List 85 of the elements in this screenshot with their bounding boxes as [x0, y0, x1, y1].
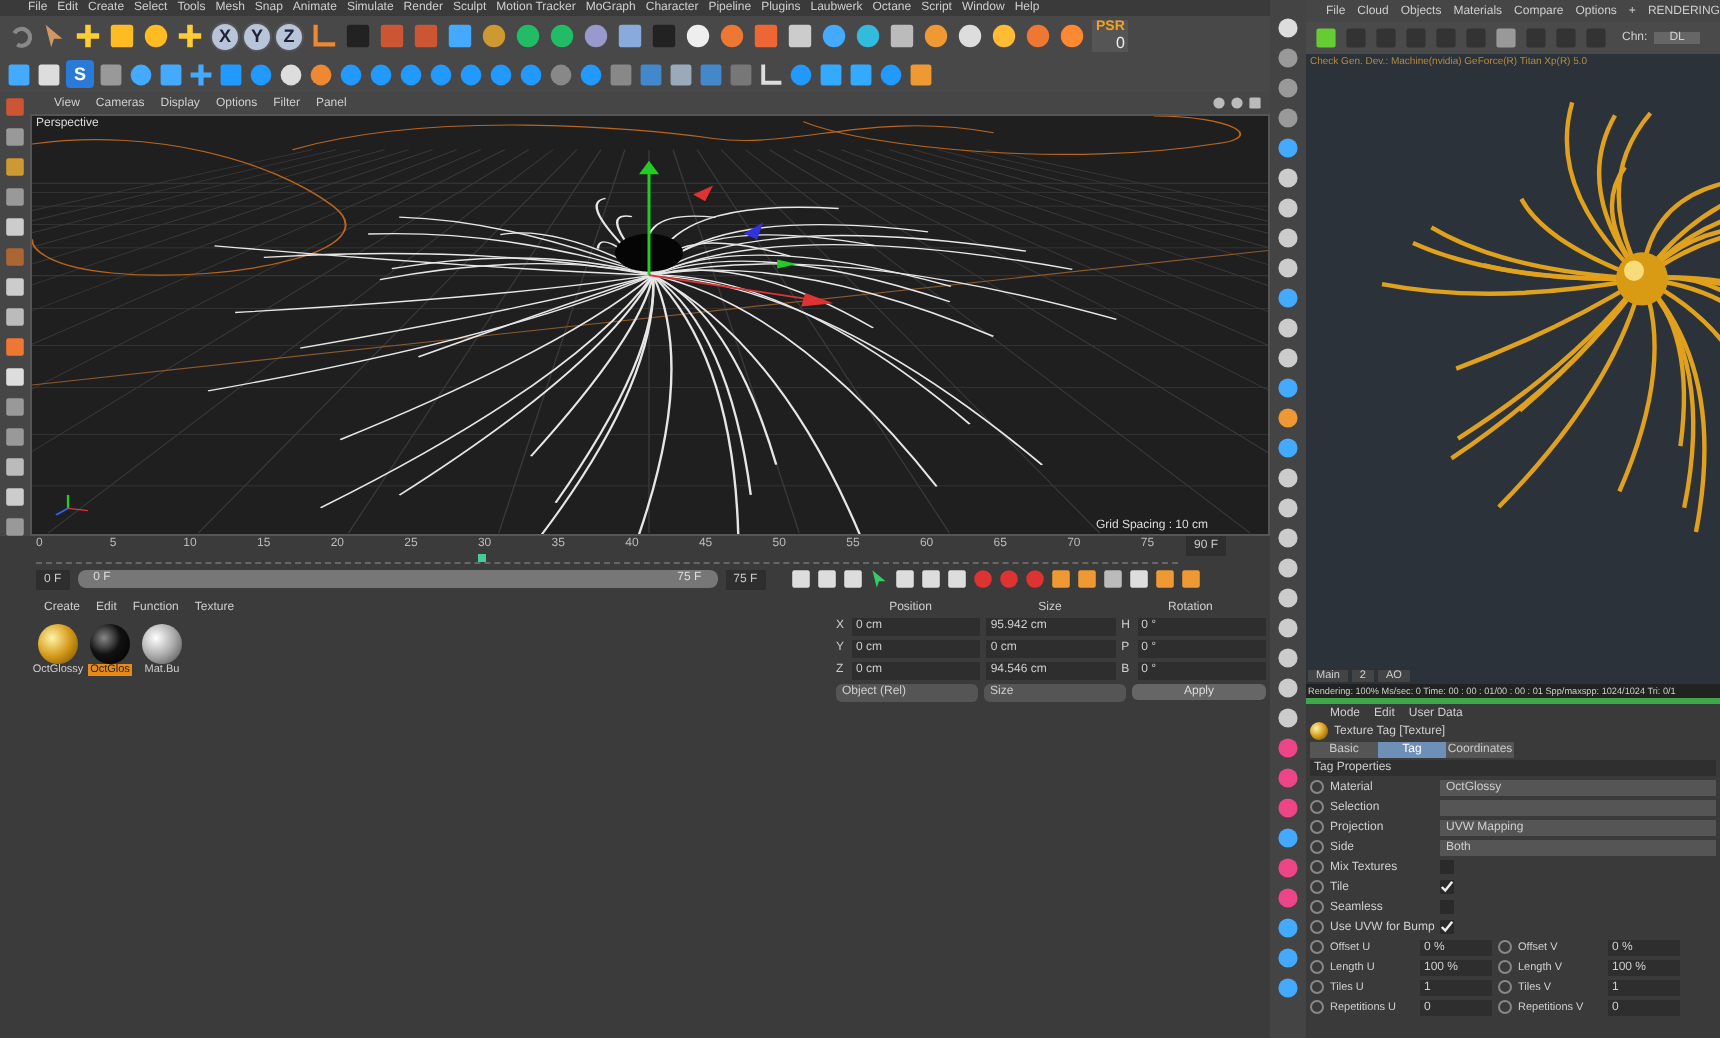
record-icon[interactable]: [1023, 568, 1046, 590]
tool-icon[interactable]: [1276, 76, 1300, 100]
animation-dot-icon[interactable]: [1498, 940, 1512, 954]
tool-icon[interactable]: [1276, 136, 1300, 160]
tool-icon[interactable]: [4, 126, 26, 148]
tool-icon[interactable]: [1276, 916, 1300, 940]
sphere: [614, 233, 684, 272]
tool-icon[interactable]: [4, 336, 26, 358]
sphere-icon[interactable]: [514, 22, 542, 50]
tool-icon[interactable]: [4, 426, 26, 448]
tool-icon[interactable]: [1276, 106, 1300, 130]
tool-icon[interactable]: [1276, 436, 1300, 460]
tool-icon[interactable]: [4, 276, 26, 298]
tool-icon[interactable]: [1276, 616, 1300, 640]
tool-icon[interactable]: [4, 486, 26, 508]
animation-dot-icon[interactable]: [1498, 980, 1512, 994]
tool-icon[interactable]: [1276, 316, 1300, 340]
snap-button[interactable]: S: [66, 60, 94, 88]
move-icon[interactable]: [176, 22, 204, 50]
tool-icon[interactable]: [1276, 556, 1300, 580]
tool-icon[interactable]: [1276, 826, 1300, 850]
animation-dot-icon[interactable]: [1310, 860, 1324, 874]
tool-icon[interactable]: [4, 186, 26, 208]
animation-dot-icon[interactable]: [1310, 820, 1324, 834]
tool-icon[interactable]: [4, 306, 26, 328]
animation-dot-icon[interactable]: [1310, 880, 1324, 894]
animation-dot-icon[interactable]: [1310, 980, 1324, 994]
material-ball-icon: [1310, 722, 1328, 740]
tool-icon[interactable]: [4, 516, 26, 535]
animation-dot-icon[interactable]: [1498, 960, 1512, 974]
animation-dot-icon[interactable]: [1310, 940, 1324, 954]
arrow-icon[interactable]: [40, 22, 68, 50]
material-ball-icon: [142, 623, 182, 663]
checkbox[interactable]: [1440, 920, 1454, 934]
tool-icon[interactable]: [1276, 676, 1300, 700]
play-icon[interactable]: [867, 568, 890, 590]
tool-icon[interactable]: [1276, 706, 1300, 730]
checkbox[interactable]: [1440, 880, 1454, 894]
tool-icon[interactable]: [1276, 196, 1300, 220]
tool-icon[interactable]: [1276, 586, 1300, 610]
animation-dot-icon[interactable]: [1498, 1000, 1512, 1014]
sphere-icon[interactable]: [820, 22, 848, 50]
tool-icon[interactable]: [1276, 46, 1300, 70]
axis-indicator-icon: [55, 494, 89, 516]
sphere-icon[interactable]: [788, 61, 814, 87]
tool-icon[interactable]: [1276, 406, 1300, 430]
tool-icon[interactable]: [1276, 256, 1300, 280]
axis-lock-button[interactable]: X: [210, 21, 240, 51]
animation-dot-icon[interactable]: [1310, 840, 1324, 854]
animation-dot-icon[interactable]: [1310, 900, 1324, 914]
tool-icon[interactable]: [4, 366, 26, 388]
animation-dot-icon[interactable]: [1310, 780, 1324, 794]
tool-icon[interactable]: [1276, 376, 1300, 400]
tool-icon[interactable]: [1276, 496, 1300, 520]
tool-icon[interactable]: [1276, 226, 1300, 250]
tool-icon[interactable]: [1276, 166, 1300, 190]
tool-icon[interactable]: [4, 216, 26, 238]
record-icon[interactable]: [997, 568, 1020, 590]
tool-icon[interactable]: [4, 396, 26, 418]
tool-icon[interactable]: [1276, 466, 1300, 490]
move-icon[interactable]: [188, 61, 214, 87]
sphere-icon[interactable]: [548, 22, 576, 50]
field-value[interactable]: [1440, 799, 1716, 815]
axis-lock-button[interactable]: Y: [242, 21, 272, 51]
sphere-icon[interactable]: [878, 61, 904, 87]
tool-icon[interactable]: [1276, 526, 1300, 550]
tool-icon[interactable]: [1276, 646, 1300, 670]
tool-icon[interactable]: [1276, 16, 1300, 40]
move-icon[interactable]: [74, 22, 102, 50]
tool-icon[interactable]: [4, 456, 26, 478]
tool-icon[interactable]: [1276, 286, 1300, 310]
square-icon[interactable]: [218, 61, 244, 87]
material-ball-icon: [38, 623, 78, 663]
tool-icon[interactable]: [4, 156, 26, 178]
animation-dot-icon[interactable]: [1310, 800, 1324, 814]
axis-lock-button[interactable]: Z: [274, 21, 304, 51]
tool-icon[interactable]: [1276, 946, 1300, 970]
animation-dot-icon[interactable]: [1310, 1000, 1324, 1014]
playhead-marker[interactable]: [477, 553, 486, 561]
tool-icon[interactable]: [1276, 346, 1300, 370]
animation-dot-icon[interactable]: [1310, 920, 1324, 934]
tool-icon[interactable]: [1276, 976, 1300, 1000]
animation-dot-icon[interactable]: [1310, 960, 1324, 974]
axis-icon[interactable]: [310, 22, 338, 50]
material-ball-icon: [90, 623, 130, 663]
